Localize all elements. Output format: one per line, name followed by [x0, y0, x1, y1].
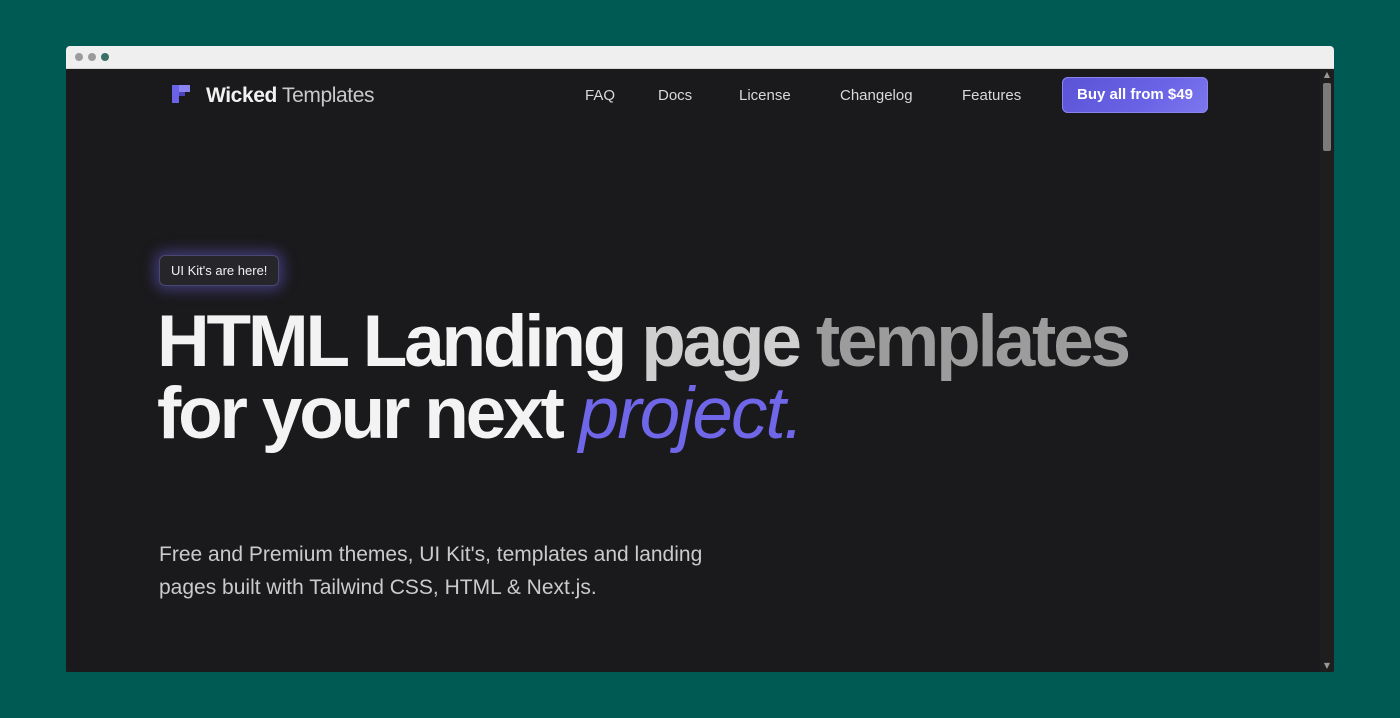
hero-word-project: project. — [578, 373, 804, 454]
page-content: Wicked Templates FAQ Docs License Change… — [66, 69, 1320, 672]
brand-name-light: Templates — [282, 84, 375, 107]
window-minimize-dot[interactable] — [88, 53, 96, 61]
window-titlebar — [66, 46, 1334, 69]
vertical-scrollbar[interactable]: ▲ ▼ — [1320, 69, 1334, 672]
scrollbar-thumb[interactable] — [1323, 83, 1331, 151]
hero-words-for-your-next: for your next — [157, 373, 565, 454]
nav-link-license[interactable]: License — [739, 86, 791, 106]
nav-link-changelog[interactable]: Changelog — [840, 86, 913, 106]
nav-link-docs[interactable]: Docs — [658, 86, 692, 106]
hero-title-line-2: for your next project. — [157, 377, 1128, 450]
brand-name-bold: Wicked — [206, 84, 277, 107]
nav-link-faq[interactable]: FAQ — [585, 86, 615, 106]
brand-logo[interactable]: Wicked Templates — [206, 83, 375, 109]
window-maximize-dot[interactable] — [101, 53, 109, 61]
window-close-dot[interactable] — [75, 53, 83, 61]
buy-button[interactable]: Buy all from $49 — [1062, 77, 1208, 113]
chevron-down-icon[interactable]: ▼ — [1320, 660, 1334, 672]
nav-link-features[interactable]: Features — [962, 86, 1021, 106]
hero-word-html: HTML — [157, 301, 349, 382]
announcement-badge[interactable]: UI Kit's are here! — [159, 255, 280, 286]
chevron-up-icon[interactable]: ▲ — [1320, 69, 1334, 81]
browser-window: Wicked Templates FAQ Docs License Change… — [66, 46, 1334, 672]
hero-title-line-1: HTML Landing page templates — [157, 305, 1131, 378]
hero-word-landing: Landing — [362, 301, 628, 382]
hero-word-templates: templates — [815, 301, 1131, 382]
hero-description: Free and Premium themes, UI Kit's, templ… — [159, 543, 703, 599]
hero-word-page: page — [641, 301, 802, 382]
logo-mark-icon[interactable] — [172, 85, 190, 103]
hero-title: HTML Landing page templates for your nex… — [157, 305, 1131, 450]
